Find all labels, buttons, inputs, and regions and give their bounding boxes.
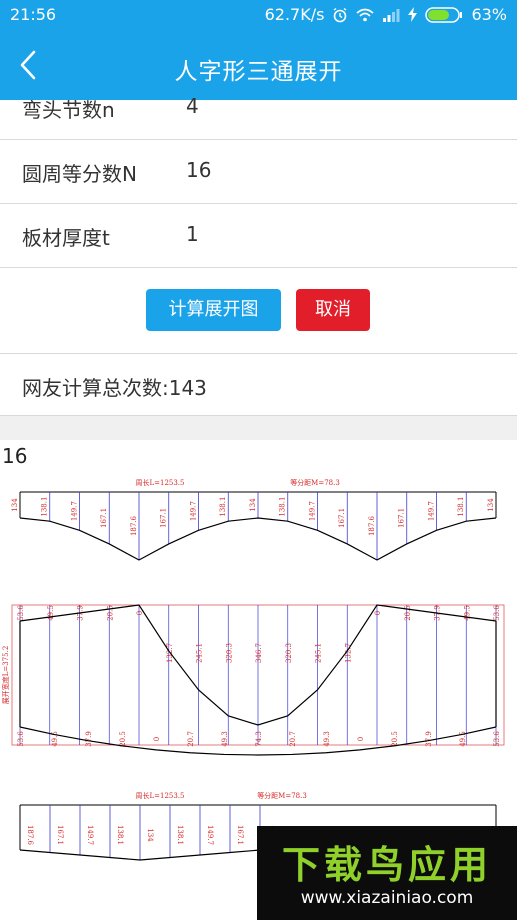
- segments-label: 弯头节数n: [22, 98, 115, 122]
- bottom-strip-value-label: 149.7: [86, 825, 94, 845]
- divisions-label: 圆周等分数N: [22, 162, 137, 186]
- thickness-label: 板材厚度t: [22, 226, 110, 250]
- status-bar: 21:56 62.7K/s 63%: [0, 0, 517, 30]
- middle-lower-label: 37.9: [85, 731, 93, 747]
- page-title: 人字形三通展开: [174, 59, 343, 85]
- status-right-group: 62.7K/s 63%: [265, 5, 507, 24]
- middle-lower-label: 53.6: [493, 731, 501, 747]
- section-divider: [0, 416, 517, 440]
- middle-upper-label: 49.5: [463, 605, 471, 621]
- top-strip-value-label: 138.1: [219, 497, 227, 517]
- usage-count-text: 网友计算总次数:143: [22, 376, 207, 400]
- parameter-form: 弯头节数n 4 圆周等分数N 16 板材厚度t 1 计算展开图 取消 网友计算总…: [0, 94, 517, 474]
- watermark-url: www.xiazainiao.com: [300, 888, 474, 908]
- middle-upper-label: 0: [374, 611, 382, 615]
- thickness-value[interactable]: 1: [186, 222, 199, 246]
- middle-upper-label: 245.1: [315, 643, 323, 663]
- bottom-strip-value-label: 134: [146, 828, 154, 842]
- battery-percent: 63%: [471, 5, 507, 24]
- middle-upper-label: 320.3: [285, 643, 293, 663]
- middle-lower-label: 49.3: [221, 731, 229, 747]
- watermark-logo: 下载鸟应用: [281, 843, 492, 887]
- top-strip-value-label: 149.7: [190, 501, 198, 521]
- top-strip-value-label: 167.1: [100, 508, 108, 528]
- top-strip-value-label: 134: [249, 498, 257, 512]
- middle-upper-label: 20.5: [404, 605, 412, 621]
- divisions-value[interactable]: 16: [186, 158, 211, 182]
- bottom-strip-value-label: 187.6: [26, 825, 34, 846]
- action-row: 计算展开图 取消: [0, 268, 517, 354]
- top-strip-value-label: 149.7: [71, 501, 79, 521]
- form-row-thickness: 板材厚度t 1: [0, 204, 517, 268]
- wifi-icon: [356, 8, 374, 22]
- top-strip-value-label: 138.1: [41, 497, 49, 517]
- top-strip-value-label: 149.7: [309, 501, 317, 521]
- top-strip-value-label: 167.1: [160, 508, 168, 528]
- status-time: 21:56: [10, 5, 57, 24]
- result-header: 16: [0, 440, 517, 474]
- calculate-button[interactable]: 计算展开图: [146, 289, 281, 331]
- middle-upper-label: 346.7: [255, 643, 263, 663]
- middle-lower-label: 20.7: [187, 731, 195, 747]
- top-strip-value-label: 134: [11, 498, 19, 512]
- bottom-strip-value-label: 149.7: [206, 825, 214, 845]
- network-speed: 62.7K/s: [264, 5, 325, 24]
- middle-lower-label: 20.5: [391, 731, 399, 747]
- middle-lower-label: 20.5: [119, 731, 127, 747]
- middle-upper-label: 320.3: [225, 643, 233, 663]
- middle-lower-label: 0: [357, 737, 365, 741]
- bottom-strip-value-label: 167.1: [56, 825, 64, 845]
- segments-value[interactable]: 4: [186, 94, 199, 118]
- app-screen: 21:56 62.7K/s 63% 人字形三通展开 弯头节数n 4 圆周等分数N…: [0, 0, 517, 920]
- top-strip-cut-curve: [19, 517, 497, 561]
- form-row-divisions: 圆周等分数N 16: [0, 140, 517, 204]
- top-strip-value-label: 149.7: [428, 501, 436, 521]
- cancel-button[interactable]: 取消: [296, 289, 370, 331]
- top-strip-value-label: 138.1: [457, 497, 465, 517]
- bottom-strip-value-label: 138.1: [116, 825, 124, 845]
- watermark-banner: 下载鸟应用 www.xiazainiao.com: [257, 826, 517, 920]
- top-strip-value-label: 167.1: [398, 508, 406, 528]
- top-strip-value-label: 187.6: [368, 515, 376, 536]
- top-strip-spacing: 等分距M=78.3: [290, 478, 340, 487]
- form-row-segments: 弯头节数n 4: [0, 94, 517, 140]
- top-strip-perimeter: 周长L=1253.5: [135, 478, 184, 487]
- middle-lower-label: 74.3: [255, 731, 263, 747]
- charging-icon: [408, 7, 418, 22]
- bottom-strip-perimeter: 周长L=1253.5: [135, 791, 184, 800]
- middle-side-label: 展开宽度L=375.2: [1, 646, 10, 705]
- bottom-strip-value-label: 167.1: [236, 825, 244, 845]
- bottom-strip-spacing: 等分距M=78.3: [257, 791, 307, 800]
- middle-lower-label: 20.7: [289, 731, 297, 747]
- result-value: 16: [2, 444, 28, 468]
- battery-icon: [425, 6, 463, 23]
- alarm-icon: [332, 7, 348, 23]
- middle-lower-label: 49.3: [323, 731, 331, 747]
- middle-upper-label: 20.5: [106, 605, 114, 621]
- usage-count-row: 网友计算总次数:143: [0, 354, 517, 416]
- bottom-strip-value-label: 138.1: [176, 825, 184, 845]
- signal-icon: [382, 8, 400, 22]
- top-strip-value-label: 138.1: [279, 497, 287, 517]
- top-strip-value-label: 134: [487, 498, 495, 512]
- middle-upper-label: 53.6: [17, 605, 25, 621]
- middle-upper-label: 245.1: [196, 643, 204, 663]
- middle-lower-label: 0: [153, 737, 161, 741]
- middle-lower-label: 53.6: [17, 731, 25, 747]
- app-bar: 人字形三通展开: [0, 30, 517, 100]
- top-strip-value-label: 187.6: [130, 515, 138, 536]
- middle-upper-label: 53.6: [493, 605, 501, 621]
- middle-upper-label: 49.5: [47, 605, 55, 621]
- top-strip-value-label: 167.1: [338, 508, 346, 528]
- middle-lower-label: 37.9: [425, 731, 433, 747]
